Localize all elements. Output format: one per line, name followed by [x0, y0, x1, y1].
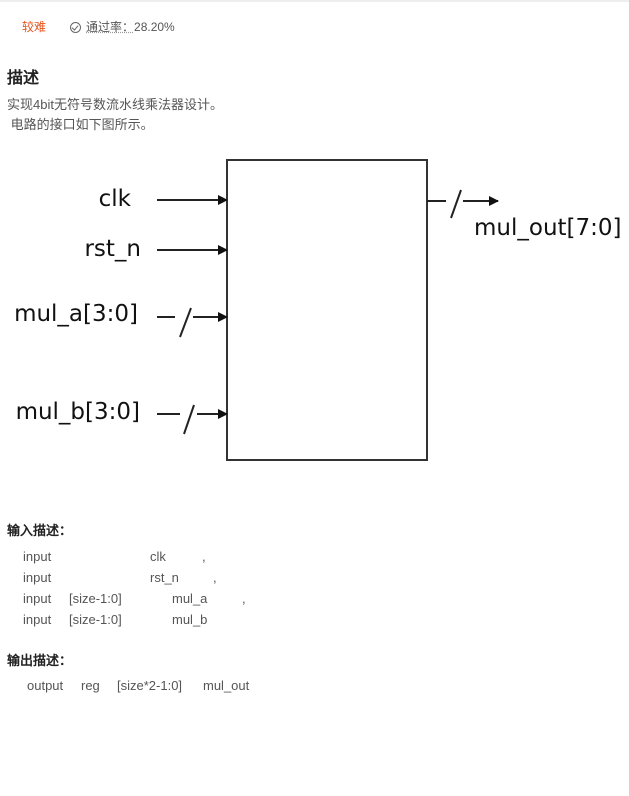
port-arrow-mul-a [157, 307, 228, 338]
input-port-row: input rst_n , [0, 568, 217, 588]
input-port-row: input [size-1:0] mul_b [0, 610, 207, 630]
port-label-rst-n: rst_n [84, 236, 141, 262]
port-dir: input [23, 570, 52, 585]
port-label-mul-a: mul_a[3:0] [14, 301, 138, 327]
output-section-title: 输出描述： [7, 653, 73, 668]
port-dir: input [23, 549, 52, 564]
pass-rate: 通过率： 28.20% [70, 19, 175, 35]
bus-slash-icon [450, 189, 462, 219]
description-title: 描述 [7, 70, 40, 87]
port-dir: input [23, 612, 52, 627]
output-port-row: output reg [size*2-1:0] mul_out [0, 676, 249, 696]
input-port-row: input clk , [0, 547, 206, 567]
input-port-row: input [size-1:0] mul_a , [0, 589, 246, 609]
port-dir: output [27, 678, 64, 693]
description-line: 实现4bit无符号数流水线乘法器设计。 [7, 97, 223, 112]
port-type: reg [81, 678, 100, 693]
input-section-title: 输入描述： [7, 523, 73, 538]
port-label-mul-b: mul_b[3:0] [16, 399, 140, 425]
description-line: 电路的接口如下图所示。 [7, 117, 154, 132]
interface-diagram: clk rst_n mul_a[3:0] mul_b[3:0] mul_out[… [14, 159, 622, 461]
pass-rate-value: 28.20% [134, 20, 175, 34]
bus-slash-icon [179, 307, 192, 338]
port-label-mul-out: mul_out[7:0] [474, 215, 622, 241]
port-width: [size-1:0] [69, 591, 122, 606]
description-text: 实现4bit无符号数流水线乘法器设计。 电路的接口如下图所示。 [7, 95, 223, 135]
pass-rate-label[interactable]: 通过率： [86, 19, 134, 35]
check-circle-icon [70, 21, 82, 33]
module-block [226, 159, 428, 461]
port-width: [size-1:0] [69, 612, 122, 627]
port-name: mul_b [172, 612, 208, 627]
port-label-clk: clk [99, 186, 132, 212]
port-name: rst_n [150, 570, 179, 585]
input-port-list: input clk , input rst_n , input [size-1:… [0, 547, 629, 631]
port-sep: , [242, 591, 246, 606]
difficulty-badge: 较难 [22, 20, 47, 34]
port-dir: input [23, 591, 52, 606]
port-name: clk [150, 549, 166, 564]
port-sep: , [202, 549, 206, 564]
port-width: [size*2-1:0] [117, 678, 183, 693]
problem-meta: 较难 通过率： 28.20% [22, 19, 175, 35]
bus-slash-icon [183, 404, 195, 435]
top-divider [0, 0, 629, 2]
port-arrow-mul-out [427, 189, 499, 219]
port-name: mul_a [172, 591, 208, 606]
port-sep: , [213, 570, 217, 585]
output-port-list: output reg [size*2-1:0] mul_out [0, 676, 629, 698]
port-name: mul_out [203, 678, 250, 693]
port-arrow-mul-b [157, 404, 228, 435]
